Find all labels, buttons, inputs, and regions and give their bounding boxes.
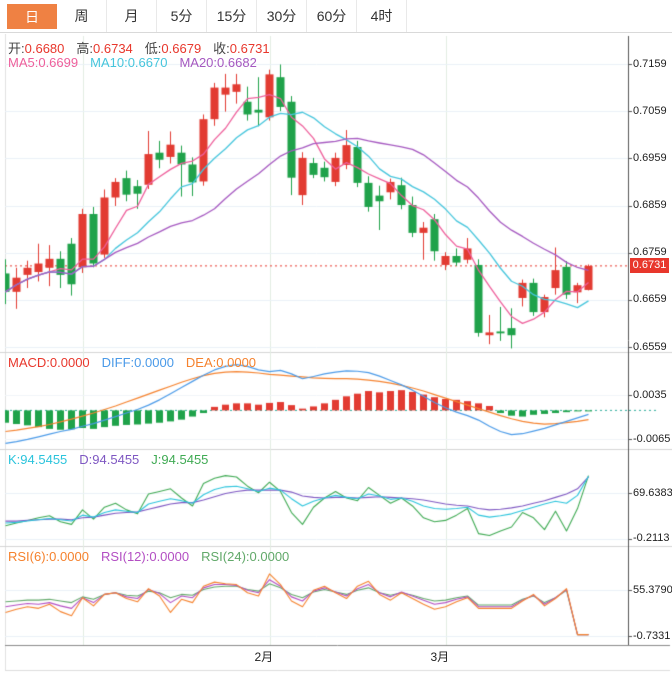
- y-axis-label: 0.6659: [633, 293, 667, 306]
- legend-item: RSI(24):0.0000: [201, 549, 290, 564]
- legend-item: D:94.5455: [79, 452, 140, 467]
- legend-item: 高:0.6734: [76, 41, 133, 56]
- kdj-legend: K:94.5455 D:94.5455 J:94.5455: [8, 452, 220, 467]
- y-axis-label: -0.0065: [633, 432, 671, 445]
- y-axis-label: 0.6559: [633, 340, 667, 353]
- x-axis-label: 2月: [254, 650, 274, 664]
- legend-item: K:94.5455: [8, 452, 68, 467]
- y-axis-label: 0.6959: [633, 151, 667, 164]
- y-axis-label: 69.6383: [633, 486, 672, 499]
- y-axis-label: 0.7059: [633, 104, 667, 117]
- kline-app: 日周月 5分 15分 30分 60分 4时 开:0.6680 高:0.6734 低:0.667…: [0, 0, 672, 674]
- legend-item: MA10:0.6670: [90, 55, 168, 70]
- y-axis-label: 0.6759: [633, 246, 667, 259]
- y-axis-label: -0.2113: [633, 532, 670, 545]
- tab-5分[interactable]: 5分: [157, 0, 207, 32]
- legend-item: DIFF:0.0000: [101, 355, 174, 370]
- legend-item: MA5:0.6699: [8, 55, 79, 70]
- y-axis-label: 0.0035: [633, 388, 667, 401]
- macd-legend: MACD:0.0000 DIFF:0.0000 DEA:0.0000: [8, 355, 268, 370]
- y-axis-label: 55.3790: [633, 583, 672, 596]
- rsi-legend: RSI(6):0.0000 RSI(12):0.0000 RSI(24):0.000…: [8, 549, 301, 564]
- legend-item: MA20:0.6682: [179, 55, 257, 70]
- x-axis-label: 3月: [430, 650, 450, 664]
- legend-item: MACD:0.0000: [8, 355, 90, 370]
- tab-60分[interactable]: 60分: [307, 0, 357, 32]
- current-price-tag: 0.6731: [630, 258, 669, 274]
- tab-15分[interactable]: 15分: [207, 0, 257, 32]
- tab-月[interactable]: 月: [107, 0, 157, 32]
- legend-item: RSI(6):0.0000: [8, 549, 89, 564]
- chart-canvas[interactable]: [0, 34, 672, 674]
- tab-日[interactable]: 日: [7, 4, 57, 29]
- legend-item: RSI(12):0.0000: [100, 549, 190, 564]
- y-axis-label: 0.7159: [633, 57, 667, 70]
- ma-legend: MA5:0.6699 MA10:0.6670 MA20:0.6682: [8, 55, 269, 70]
- legend-item: 低:0.6679: [144, 41, 202, 56]
- legend-item: DEA:0.0000: [185, 355, 257, 370]
- tab-30分[interactable]: 30分: [257, 0, 307, 32]
- tab-周[interactable]: 周: [57, 0, 107, 32]
- tab-bar: 日周月 5分 15分 30分 60分 4时: [0, 0, 672, 33]
- legend-item: J:94.5455: [151, 452, 209, 467]
- legend-item: 收:0.6731: [213, 41, 270, 56]
- y-axis-label: -0.7331: [633, 629, 671, 642]
- y-axis-label: 0.6859: [633, 199, 667, 211]
- tab-4时[interactable]: 4时: [357, 0, 407, 32]
- legend-item: 开:0.6680: [8, 41, 65, 56]
